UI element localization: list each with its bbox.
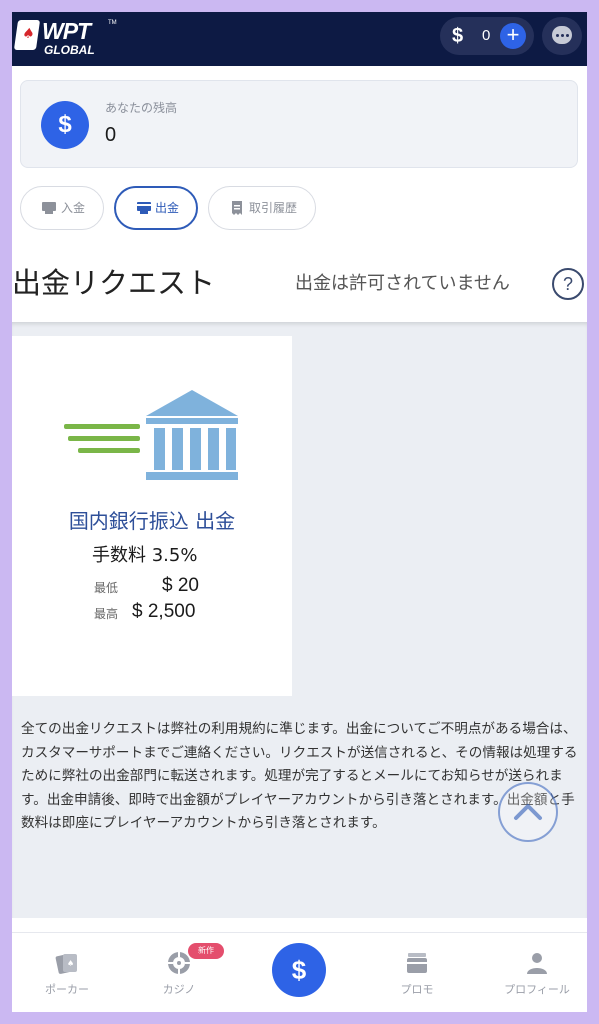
nav-poker[interactable]: ♠ ポーカー — [12, 933, 122, 1012]
roulette-icon — [167, 951, 191, 975]
minimum-label: 最低 — [94, 581, 119, 595]
bank-transfer-method-card[interactable]: 国内銀行振込 出金 手数料 3.5% 最低 $ 20 最高 $ 2,500 — [12, 336, 292, 696]
withdrawal-status-text: 出金は許可されていません — [295, 273, 510, 294]
method-name: 国内銀行振込 出金 — [68, 509, 236, 533]
cards-icon: ♠ — [55, 954, 77, 974]
nav-casino[interactable]: 新作 カジノ — [124, 933, 234, 1012]
nav-casino-label: カジノ — [162, 983, 196, 996]
top-bar: ♠ WPT TM GLOBAL $ 0 + — [12, 12, 587, 66]
cashier-button[interactable]: $ — [272, 943, 326, 997]
help-button[interactable]: ? — [552, 268, 584, 300]
withdrawal-terms-text: 全ての出金リクエストは弊社の利用規約に準じます。出金についてご不明点がある場合は… — [21, 721, 578, 831]
nav-poker-label: ポーカー — [45, 983, 89, 996]
balance-value: 0 — [105, 124, 117, 146]
tab-history-label: 取引履歴 — [249, 201, 298, 215]
nav-promo-label: プロモ — [400, 983, 434, 996]
bottom-navigation: ♠ ポーカー 新作 カジノ $ プロモ プロフィール — [12, 932, 587, 1012]
nav-profile-label: プロフィール — [504, 983, 570, 996]
nav-profile[interactable]: プロフィール — [482, 933, 587, 1012]
scroll-to-top-button[interactable] — [498, 782, 558, 842]
withdraw-icon — [137, 202, 151, 214]
deposit-icon — [42, 202, 56, 214]
tab-withdraw[interactable]: 出金 — [114, 186, 198, 230]
dollar-icon: $ — [452, 25, 464, 47]
balance-card: $ あなたの残高 0 — [20, 80, 578, 168]
logo-global-text: GLOBAL — [44, 43, 95, 57]
tab-deposit[interactable]: 入金 — [20, 186, 104, 230]
content-area: 国内銀行振込 出金 手数料 3.5% 最低 $ 20 最高 $ 2,500 全て… — [12, 322, 587, 932]
bank-icon — [64, 390, 238, 480]
new-badge: 新作 — [188, 943, 224, 959]
playing-card-icon: ♠ — [13, 20, 41, 50]
tab-deposit-label: 入金 — [61, 201, 86, 215]
nav-promo[interactable]: プロモ — [362, 933, 472, 1012]
add-funds-button[interactable]: + — [500, 23, 526, 49]
fee-text: 手数料 3.5% — [92, 545, 198, 566]
page-title: 出金リクエスト — [12, 266, 216, 300]
chevron-up-icon — [514, 804, 542, 820]
app-frame: ♠ WPT TM GLOBAL $ 0 + $ あなたの残高 0 入金 出金 取… — [12, 12, 587, 1012]
tab-withdraw-label: 出金 — [155, 201, 180, 215]
logo-tm-text: TM — [108, 20, 117, 26]
receipt-icon — [232, 201, 242, 215]
promo-icon — [407, 953, 427, 973]
maximum-value: $ 2,500 — [132, 601, 196, 622]
wallet-balance-value: 0 — [482, 27, 491, 44]
content-divider — [12, 918, 587, 932]
wpt-global-logo[interactable]: ♠ WPT TM GLOBAL — [13, 18, 126, 60]
logo-wpt-text: WPT — [42, 18, 91, 44]
tab-transaction-history[interactable]: 取引履歴 — [208, 186, 316, 230]
balance-label: あなたの残高 — [105, 101, 178, 115]
user-icon — [527, 953, 547, 974]
chat-bubble-icon — [552, 26, 572, 44]
wallet-balance-button[interactable]: $ 0 + — [440, 17, 534, 55]
balance-dollar-icon: $ — [41, 101, 89, 149]
chat-button[interactable] — [542, 17, 582, 55]
maximum-label: 最高 — [94, 607, 119, 621]
minimum-value: $ 20 — [162, 575, 199, 596]
svg-text:♠: ♠ — [67, 959, 74, 968]
